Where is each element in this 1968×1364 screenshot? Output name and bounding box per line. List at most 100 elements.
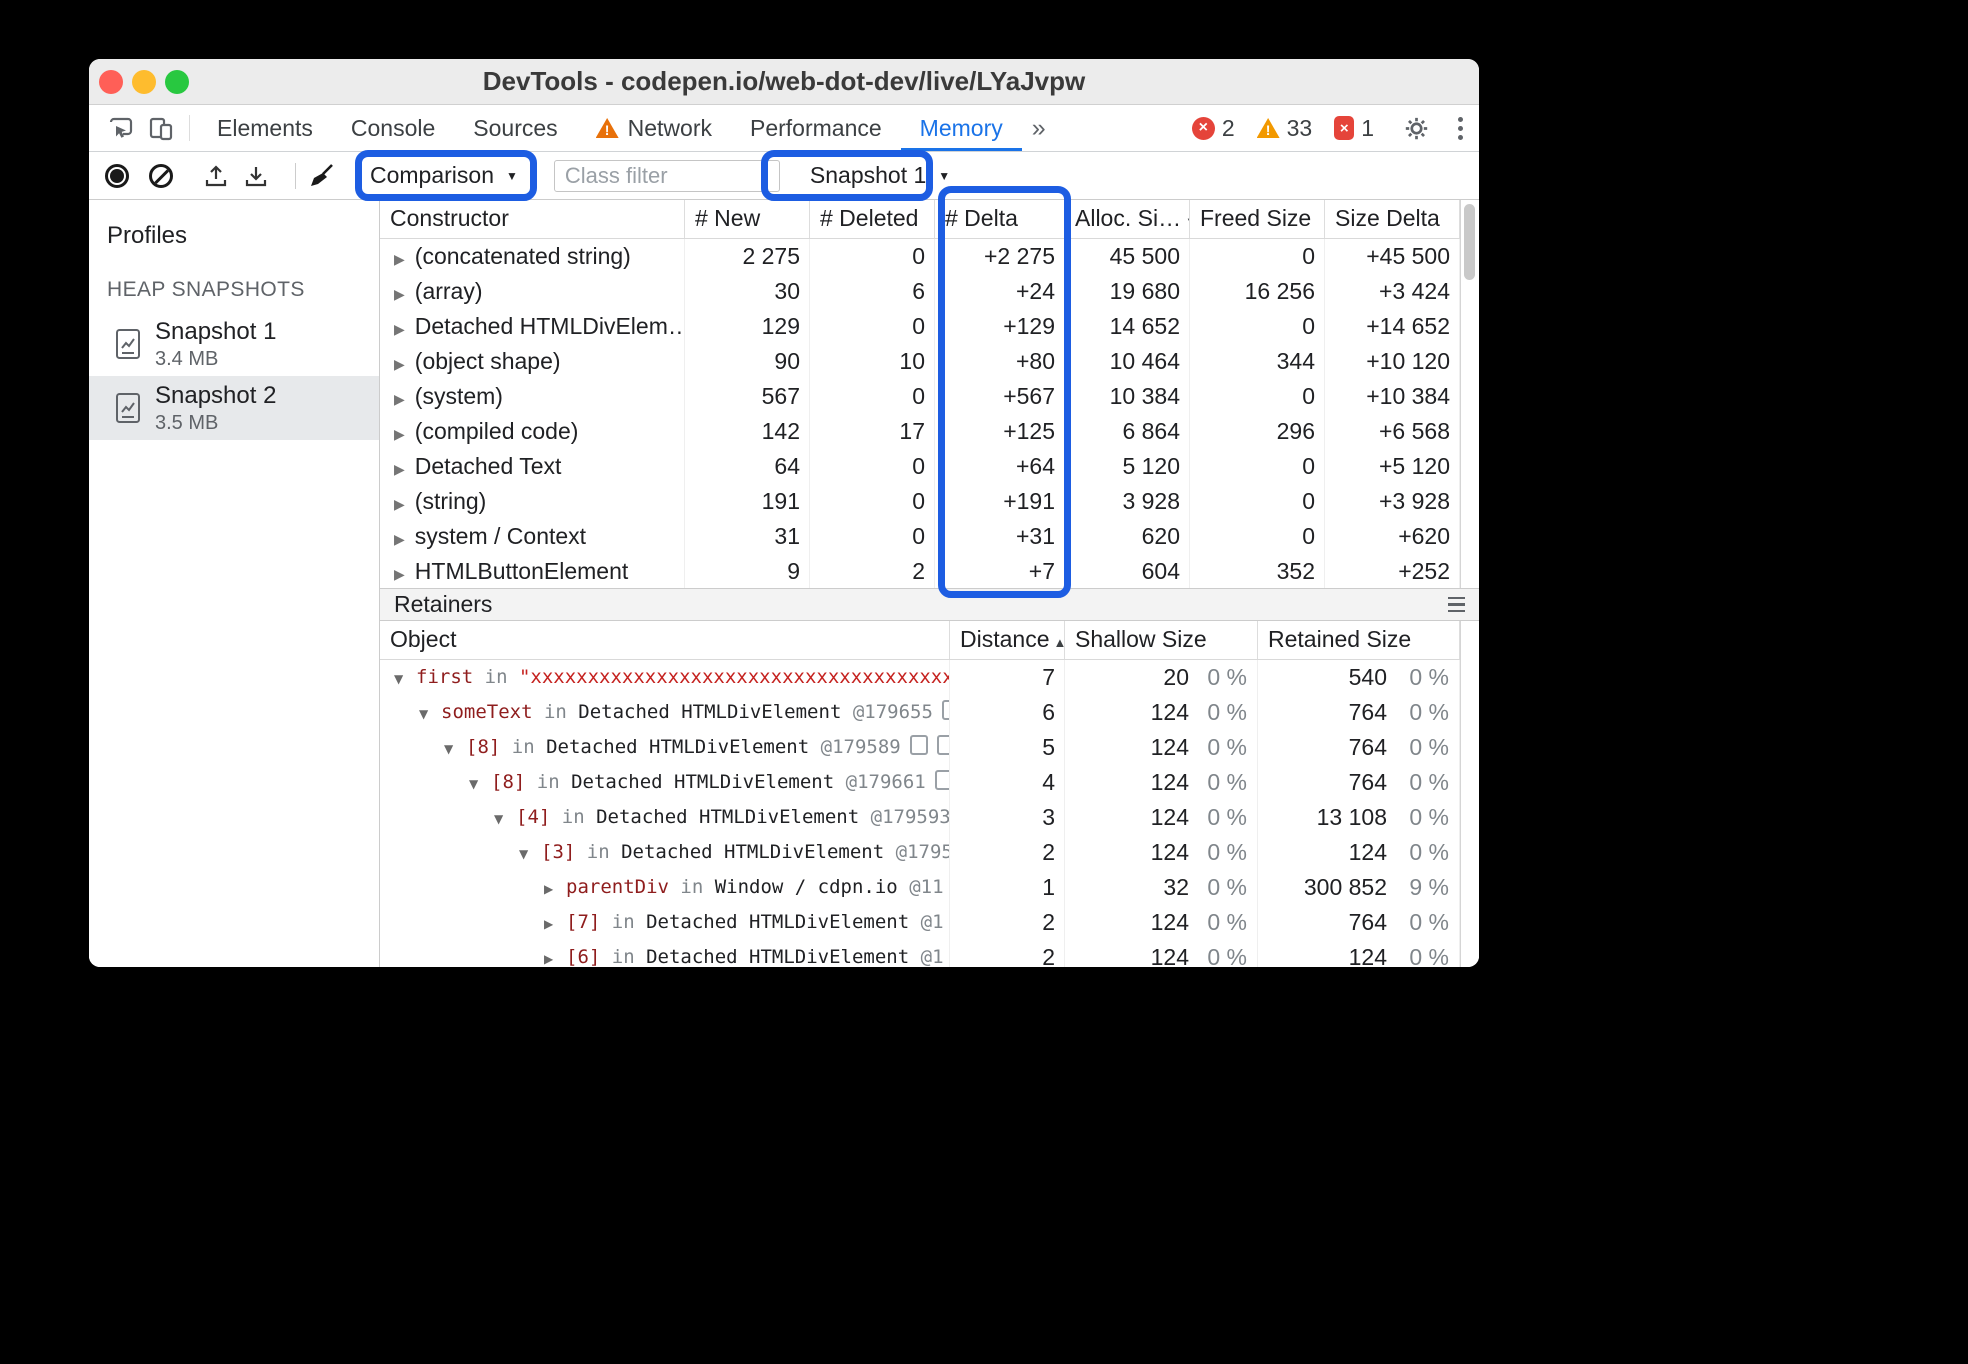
disclosure-icon[interactable]: ▶ (394, 286, 405, 302)
distance-cell: 4 (950, 765, 1065, 800)
disclosure-icon[interactable]: ▶ (394, 566, 405, 582)
retainer-row[interactable]: ▼ someText in Detached HTMLDivElement @17… (380, 695, 1460, 730)
save-profile-icon[interactable] (243, 163, 269, 189)
tab-performance[interactable]: Performance (731, 105, 901, 151)
retainer-row[interactable]: ▼ [8] in Detached HTMLDivElement @179661 4… (380, 765, 1460, 800)
column-header-alloc-size[interactable]: Alloc. Si…▼ (1065, 200, 1190, 238)
disclosure-icon[interactable]: ▶ (394, 496, 405, 512)
constructor-label: (string) (414, 488, 487, 514)
tree-arrow-icon[interactable]: ▼ (394, 662, 410, 695)
retainer-row[interactable]: ▼ [4] in Detached HTMLDivElement @179593 3… (380, 800, 1460, 835)
column-header-distance[interactable]: Distance▲ (950, 621, 1065, 659)
column-header-retained-size[interactable]: Retained Size (1258, 621, 1460, 659)
load-profile-icon[interactable] (203, 163, 229, 189)
percent-label: 0 % (1207, 874, 1247, 900)
retainers-menu-icon[interactable] (1448, 596, 1465, 613)
tree-arrow-icon[interactable]: ▶ (544, 942, 560, 967)
tab-network[interactable]: ! Network (577, 105, 731, 151)
disclosure-icon[interactable]: ▶ (394, 391, 405, 407)
table-row[interactable]: ▶ (object shape) 90 10 +80 10 464 344 +10 120 (380, 344, 1460, 379)
column-header-constructor[interactable]: Constructor (380, 200, 685, 238)
record-heap-snapshot-button[interactable] (105, 163, 129, 188)
disclosure-icon[interactable]: ▶ (394, 321, 405, 337)
tab-memory[interactable]: Memory (901, 105, 1022, 151)
reveal-icon[interactable] (934, 770, 949, 790)
tree-arrow-icon[interactable]: ▼ (519, 837, 535, 870)
size-delta-cell: +10 384 (1325, 379, 1460, 414)
disclosure-icon[interactable]: ▶ (394, 251, 405, 267)
scrollbar-track[interactable] (1460, 621, 1478, 967)
column-header-object[interactable]: Object (380, 621, 950, 659)
tab-elements[interactable]: Elements (198, 105, 332, 151)
tab-sources[interactable]: Sources (454, 105, 576, 151)
retainer-row[interactable]: ▶ [6] in Detached HTMLDivElement @1 2 124 0 … (380, 940, 1460, 967)
table-row[interactable]: ▶ (array) 30 6 +24 19 680 16 256 +3 424 (380, 274, 1460, 309)
deleted-count-cell: 0 (810, 239, 935, 274)
constructor-cell: ▶ Detached HTMLDivElem… (380, 309, 685, 344)
column-header-delta[interactable]: # Delta (935, 200, 1065, 238)
retainers-section-bar: Retainers (380, 588, 1479, 621)
new-count-cell: 142 (685, 414, 810, 449)
edge-name: parentDiv (566, 876, 669, 898)
disclosure-icon[interactable]: ▶ (394, 461, 405, 477)
new-count-cell: 90 (685, 344, 810, 379)
retainer-row[interactable]: ▼ [8] in Detached HTMLDivElement @179589 5… (380, 730, 1460, 765)
table-row[interactable]: ▶ (concatenated string) 2 275 0 +2 275 45 500… (380, 239, 1460, 274)
tab-label: Network (627, 114, 712, 141)
table-row[interactable]: ▶ (string) 191 0 +191 3 928 0 +3 928 (380, 484, 1460, 519)
table-row[interactable]: ▶ system / Context 31 0 +31 620 0 +620 (380, 519, 1460, 554)
reveal-icon[interactable] (909, 735, 928, 755)
device-toolbar-icon[interactable] (141, 105, 181, 151)
error-icon: × (1191, 116, 1215, 140)
more-tabs-icon[interactable]: » (1022, 105, 1056, 151)
issues-badge[interactable]: × 1 (1334, 115, 1374, 142)
tab-console[interactable]: Console (332, 105, 454, 151)
retainer-row[interactable]: ▼ first in "xxxxxxxxxxxxxxxxxxxxxxxxxxxxx… (380, 660, 1460, 695)
tree-arrow-icon[interactable]: ▶ (544, 907, 560, 940)
reveal-icon[interactable] (936, 735, 949, 755)
table-row[interactable]: ▶ Detached Text 64 0 +64 5 120 0 +5 120 (380, 449, 1460, 484)
column-header-shallow-size[interactable]: Shallow Size (1065, 621, 1258, 659)
column-header-new[interactable]: # New (685, 200, 810, 238)
error-badge[interactable]: × 2 (1191, 115, 1235, 142)
gear-icon[interactable] (1396, 115, 1436, 142)
tree-arrow-icon[interactable]: ▼ (469, 767, 485, 800)
table-row[interactable]: ▶ Detached HTMLDivElem… 129 0 +129 14 652 0 +14… (380, 309, 1460, 344)
retainer-row[interactable]: ▶ parentDiv in Window / cdpn.io @11 1 32 0 %… (380, 870, 1460, 905)
tree-arrow-icon[interactable]: ▼ (444, 732, 460, 765)
column-header-deleted[interactable]: # Deleted (810, 200, 935, 238)
column-header-size-delta[interactable]: Size Delta (1325, 200, 1460, 238)
base-snapshot-select[interactable]: Snapshot 1 ▼ (810, 162, 950, 189)
table-row[interactable]: ▶ (system) 567 0 +567 10 384 0 +10 384 (380, 379, 1460, 414)
perspective-select[interactable]: Comparison ▼ (370, 162, 518, 189)
alloc-size-cell: 620 (1065, 519, 1190, 554)
tree-arrow-icon[interactable]: ▼ (419, 697, 435, 730)
sidebar-item-snapshot-2[interactable]: Snapshot 2 3.5 MB (89, 376, 379, 440)
window-titlebar[interactable]: DevTools - codepen.io/web-dot-dev/live/L… (89, 59, 1479, 105)
collect-garbage-icon[interactable] (308, 162, 336, 190)
retainer-row[interactable]: ▶ [7] in Detached HTMLDivElement @1 2 124 0 … (380, 905, 1460, 940)
deleted-count-cell: 17 (810, 414, 935, 449)
table-row[interactable]: ▶ (compiled code) 142 17 +125 6 864 296 +6 568 (380, 414, 1460, 449)
scrollbar-track[interactable] (1460, 200, 1478, 588)
scrollbar-thumb[interactable] (1464, 204, 1475, 280)
table-row[interactable]: ▶ HTMLButtonElement 9 2 +7 604 352 +252 (380, 554, 1460, 588)
class-filter-input[interactable] (553, 159, 780, 192)
column-header-freed-size[interactable]: Freed Size (1190, 200, 1325, 238)
inspect-element-icon[interactable] (101, 105, 141, 151)
warning-badge[interactable]: ! 33 (1256, 115, 1312, 142)
disclosure-icon[interactable]: ▶ (394, 356, 405, 372)
sidebar-item-snapshot-1[interactable]: Snapshot 1 3.4 MB (89, 312, 379, 376)
disclosure-icon[interactable]: ▶ (394, 531, 405, 547)
object-name: Detached HTMLDivElement (571, 771, 835, 793)
clear-profiles-button[interactable] (149, 163, 173, 188)
tree-arrow-icon[interactable]: ▶ (544, 872, 560, 905)
devtools-window: DevTools - codepen.io/web-dot-dev/live/L… (89, 59, 1479, 967)
value-label: 124 (1150, 699, 1189, 725)
tree-arrow-icon[interactable]: ▼ (494, 802, 510, 835)
retainer-row[interactable]: ▼ [3] in Detached HTMLDivElement @1795 2 12… (380, 835, 1460, 870)
reveal-icon[interactable] (941, 700, 949, 720)
disclosure-icon[interactable]: ▶ (394, 426, 405, 442)
kebab-menu-icon[interactable] (1458, 116, 1463, 140)
value-label: 764 (1348, 699, 1387, 725)
